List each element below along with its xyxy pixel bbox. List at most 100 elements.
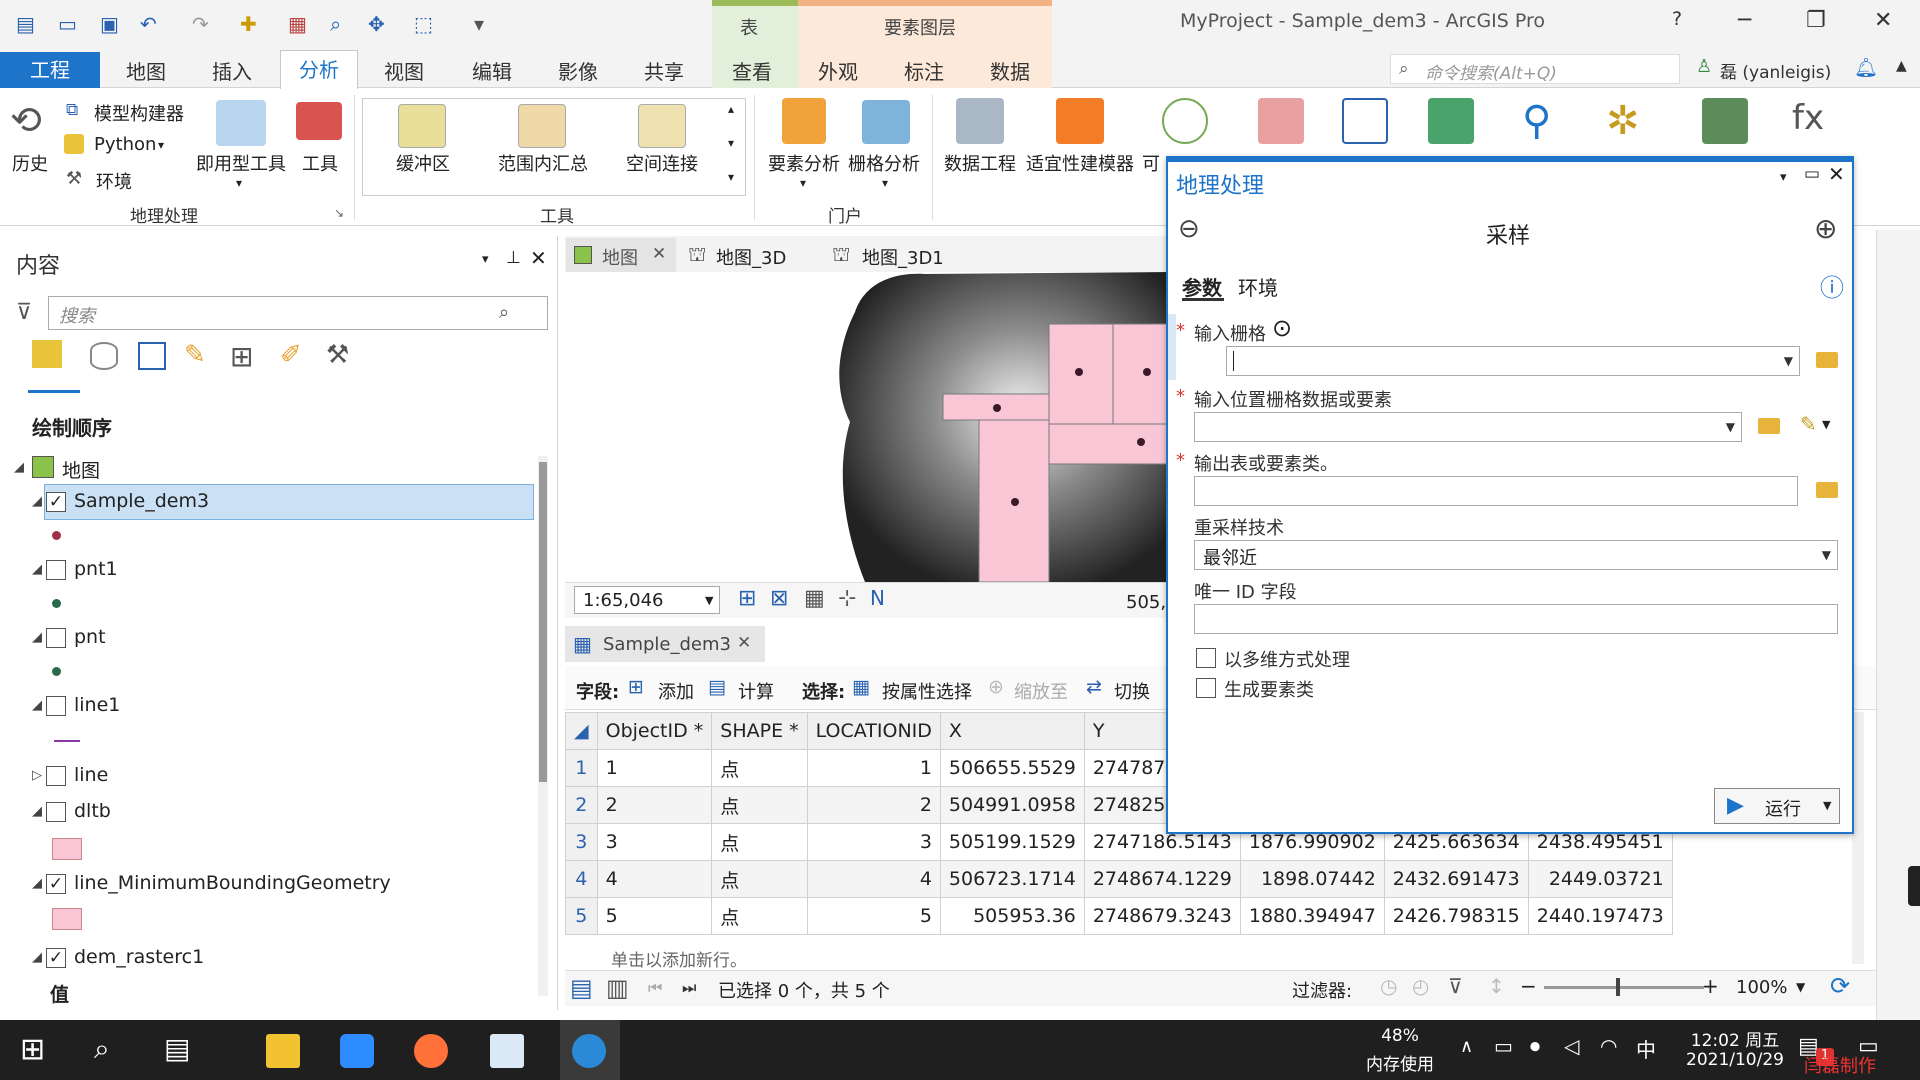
row-number[interactable]: 1	[565, 749, 598, 787]
python-dropdown-icon[interactable]: ▾	[158, 138, 164, 152]
table-cell[interactable]: 4	[806, 860, 941, 898]
zoom-out-icon[interactable]: −	[1520, 974, 1537, 998]
user-name[interactable]: 磊 (yanleigis)	[1720, 58, 1831, 83]
model-builder-button[interactable]: 模型构建器	[94, 100, 184, 126]
layer-name[interactable]: dem_rasterc1	[74, 946, 204, 968]
raster-analysis-button[interactable]: 栅格分析	[848, 150, 920, 176]
tab-insert[interactable]: 插入	[212, 56, 252, 85]
history-button[interactable]: 历史	[12, 150, 48, 176]
list-by-selection-icon[interactable]	[138, 342, 166, 370]
maximize-icon[interactable]: ▭	[1804, 164, 1820, 184]
restore-button[interactable]: ❐	[1806, 8, 1826, 33]
tray-expand-icon[interactable]: ∧	[1460, 1036, 1473, 1057]
sort-icon[interactable]: ↕	[1488, 974, 1505, 998]
tab-imagery[interactable]: 影像	[558, 56, 598, 85]
contents-scrollbar-thumb[interactable]	[539, 462, 547, 782]
layer-visibility-checkbox[interactable]	[46, 802, 66, 822]
back-icon[interactable]: ⊖	[1178, 214, 1200, 244]
select-icon[interactable]: ⬚	[414, 12, 433, 36]
start-icon[interactable]: ⊞	[20, 1032, 45, 1067]
undo-icon[interactable]: ↶	[140, 12, 157, 36]
feature-analysis-button[interactable]: 要素分析	[768, 150, 840, 176]
expand-layer-icon[interactable]: ◢	[32, 698, 42, 713]
zoom-slider-track[interactable]	[1544, 986, 1704, 989]
map-view[interactable]	[565, 272, 1170, 582]
expand-layer-icon[interactable]: ◢	[32, 950, 42, 965]
volume-icon[interactable]: ◁	[1564, 1034, 1579, 1058]
layer-visibility-checkbox[interactable]	[46, 560, 66, 580]
add-field-button[interactable]: 添加	[658, 678, 694, 704]
tab-parameters[interactable]: 参数	[1182, 272, 1222, 301]
suitability-modeler-button[interactable]: 适宜性建模器	[1026, 150, 1134, 176]
tab-map[interactable]: 地图	[126, 56, 166, 85]
layer-name[interactable]: pnt1	[74, 558, 118, 580]
table-cell[interactable]: 点	[711, 786, 808, 824]
calculate-button[interactable]: 计算	[738, 678, 774, 704]
pin-icon[interactable]: ⊥	[506, 248, 521, 268]
summarize-within-tool[interactable]: 范围内汇总	[498, 150, 588, 176]
expand-layer-icon[interactable]: ◢	[32, 876, 42, 891]
generate-features-checkbox[interactable]	[1196, 678, 1216, 698]
minimize-button[interactable]: ─	[1738, 8, 1751, 33]
sketch-dropdown-icon[interactable]: ▼	[1822, 418, 1830, 431]
tab-labeling[interactable]: 标注	[904, 56, 944, 85]
ready-tools-button[interactable]: 即用型工具	[196, 150, 286, 176]
layer-name[interactable]: pnt	[74, 626, 106, 648]
table-row[interactable]: 4 4 点 4 506723.1714 2748674.1229 1898.07…	[565, 860, 1673, 898]
table-cell[interactable]: 2748674.1229	[1083, 860, 1241, 898]
map-3d-tab-label[interactable]: 地图_3D	[716, 244, 786, 270]
sketch-pencil-icon[interactable]: ✎	[1800, 412, 1817, 436]
layer-name[interactable]: dltb	[74, 800, 111, 822]
filter-icon[interactable]: ⊽	[16, 300, 32, 325]
file-explorer-icon[interactable]	[266, 1034, 300, 1068]
zoom-app-icon[interactable]	[340, 1034, 374, 1068]
expand-multivalue-icon[interactable]: ⊙	[1272, 314, 1292, 342]
group-launcher-icon[interactable]: ↘	[334, 206, 344, 220]
toolbox-icon[interactable]: ▦	[288, 12, 307, 36]
table-cell[interactable]: 点	[711, 860, 808, 898]
map-3d1-tab-label[interactable]: 地图_3D1	[862, 244, 944, 270]
search-icon[interactable]: ⌕	[499, 302, 509, 323]
ready-tools-dropdown-icon[interactable]: ▾	[236, 176, 242, 190]
browse-folder-icon[interactable]	[1816, 482, 1838, 498]
select-all-cell[interactable]: ◢	[565, 712, 598, 750]
tab-share[interactable]: 共享	[644, 56, 684, 85]
table-cell[interactable]: 1880.394947	[1239, 897, 1385, 935]
customize-qat-icon[interactable]: ▾	[474, 12, 484, 36]
table-cell[interactable]: 2449.03721	[1527, 860, 1673, 898]
table-cell[interactable]: 4	[596, 860, 713, 898]
chevron-down-icon[interactable]: ▼	[1784, 354, 1793, 368]
table-cell[interactable]: 点	[711, 823, 808, 861]
close-pane-icon[interactable]: ✕	[1828, 162, 1845, 186]
north-arrow-icon[interactable]: N	[870, 586, 885, 610]
pane-options-icon[interactable]: ▾	[482, 252, 489, 267]
search-icon[interactable]: ⌕	[94, 1032, 110, 1066]
switch-selection-button[interactable]: 切换	[1114, 678, 1150, 704]
table-cell[interactable]: 2748679.3243	[1083, 897, 1241, 935]
select-by-attributes-button[interactable]: 按属性选择	[882, 678, 972, 704]
table-cell[interactable]: 点	[711, 749, 808, 787]
show-all-records-icon[interactable]: ▤	[570, 974, 593, 1002]
filter-extent-icon[interactable]: ◷	[1380, 974, 1397, 998]
scale-selector[interactable]: 1:65,046 ▼	[574, 586, 720, 614]
table-cell[interactable]: 5	[596, 897, 713, 935]
expand-layer-icon[interactable]: ◢	[32, 630, 42, 645]
close-tab-icon[interactable]: ✕	[737, 633, 751, 653]
spatial-join-tool[interactable]: 空间连接	[626, 150, 698, 176]
expand-map-icon[interactable]: ◢	[14, 460, 24, 475]
environments-button[interactable]: 环境	[96, 168, 132, 194]
row-number[interactable]: 4	[565, 860, 598, 898]
first-record-icon[interactable]: ⏮	[648, 978, 662, 998]
fixed-zoom-icon[interactable]: ⊞	[738, 586, 756, 611]
list-by-snapping-icon[interactable]: ⊞	[230, 340, 253, 373]
filter-range-icon[interactable]: ⊽	[1448, 974, 1463, 998]
buffer-tool[interactable]: 缓冲区	[396, 150, 450, 176]
tab-environments[interactable]: 环境	[1238, 272, 1278, 301]
grid-icon[interactable]: ▦	[804, 586, 825, 611]
tab-edit[interactable]: 编辑	[472, 56, 512, 85]
expand-layer-icon[interactable]: ◢	[32, 494, 42, 509]
explore-icon[interactable]: ✥	[368, 12, 385, 36]
add-row-hint[interactable]: 单击以添加新行。	[611, 946, 747, 971]
navigator-icon[interactable]: ⊠	[770, 586, 788, 611]
unique-id-field[interactable]	[1194, 604, 1838, 634]
